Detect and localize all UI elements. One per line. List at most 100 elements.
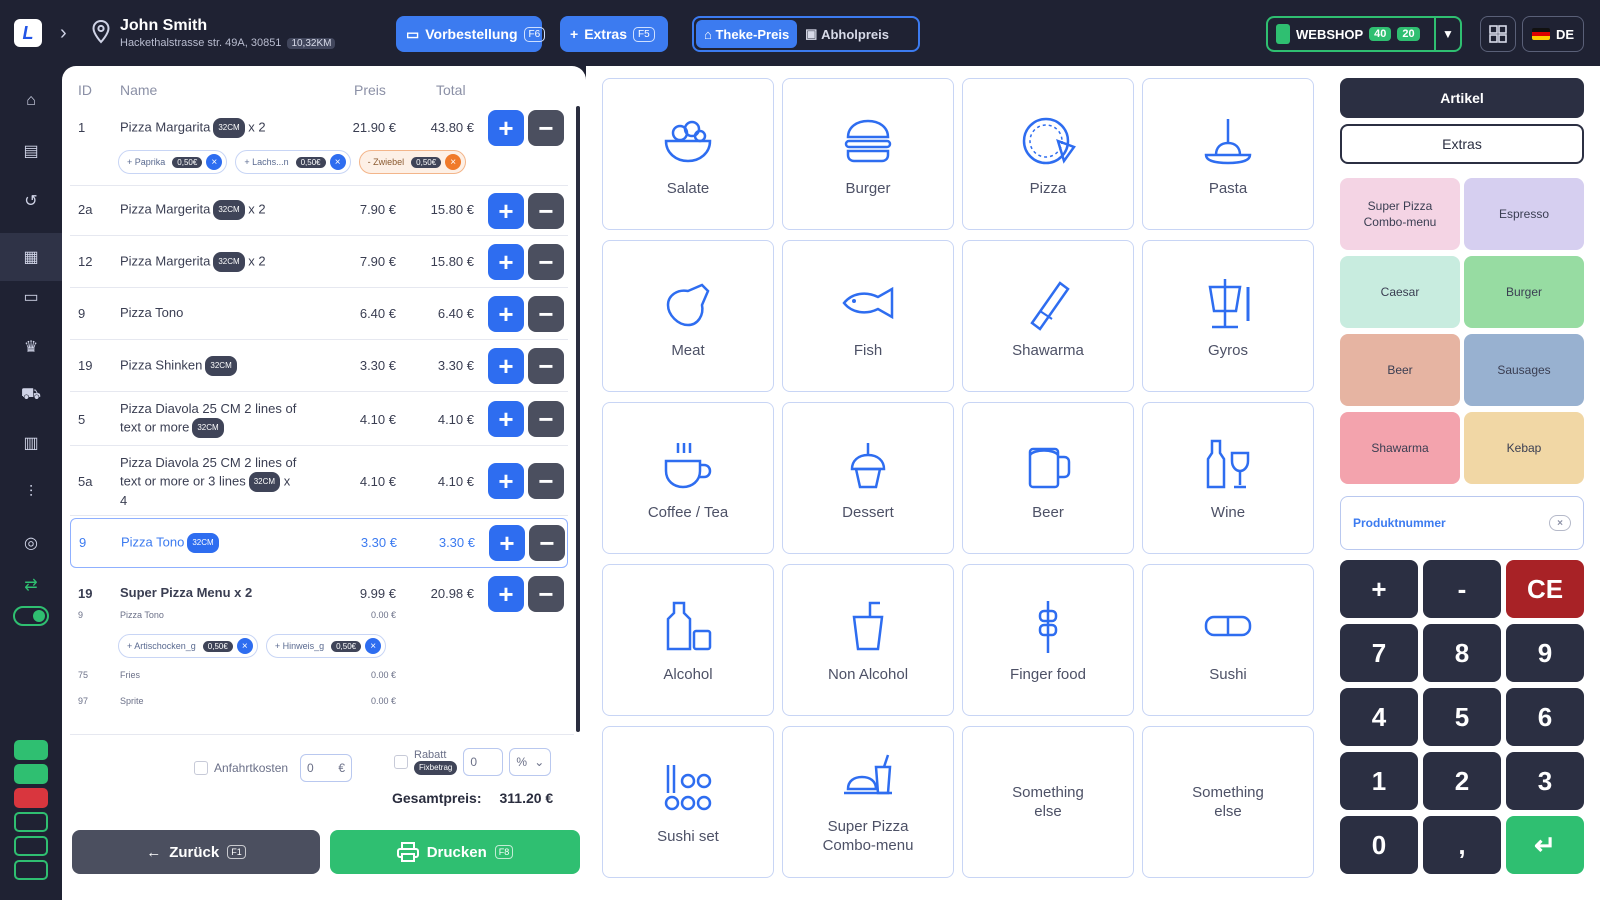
- keypad-enter[interactable]: ↵: [1506, 816, 1584, 874]
- quick-item-sausages[interactable]: Sausages: [1464, 334, 1584, 406]
- keypad-0[interactable]: 0: [1340, 816, 1418, 874]
- history-icon[interactable]: ↺: [18, 188, 44, 214]
- increase-qty-button[interactable]: +: [488, 576, 524, 612]
- order-row-selected[interactable]: 9 Pizza Tono 32CM 3.30 € 3.30 € + −: [70, 518, 568, 568]
- keypad-7[interactable]: 7: [1340, 624, 1418, 682]
- user-group-icon[interactable]: [14, 812, 48, 832]
- decrease-qty-button[interactable]: −: [528, 244, 564, 280]
- keypad-9[interactable]: 9: [1506, 624, 1584, 682]
- keypad-1[interactable]: 1: [1340, 752, 1418, 810]
- discount-checkbox[interactable]: [394, 755, 408, 769]
- category-tile-alcohol[interactable]: Alcohol: [602, 564, 774, 716]
- tab-extras[interactable]: Extras: [1340, 124, 1584, 164]
- travel-cost-checkbox[interactable]: [194, 761, 208, 775]
- keypad-2[interactable]: 2: [1423, 752, 1501, 810]
- status-green-icon[interactable]: [14, 740, 48, 760]
- back-button[interactable]: ← Zurück F1: [72, 830, 320, 874]
- category-tile-meat[interactable]: Meat: [602, 240, 774, 392]
- category-tile-non-alcohol[interactable]: Non Alcohol: [782, 564, 954, 716]
- order-row[interactable]: 1 Pizza Margarita 32CM x 2 21.90 € 43.80 …: [70, 106, 568, 186]
- modifier-chip[interactable]: + Hinweis_g 0,50€ ×: [265, 634, 387, 658]
- clear-input-icon[interactable]: ×: [1549, 515, 1571, 531]
- decrease-qty-button[interactable]: −: [528, 348, 564, 384]
- app-logo[interactable]: L: [14, 19, 42, 47]
- quick-item-caesar[interactable]: Caesar: [1340, 256, 1460, 328]
- modifier-chip[interactable]: + Paprika 0,50€ ×: [118, 150, 228, 174]
- order-row[interactable]: 5a Pizza Diavola 25 CM 2 lines of text o…: [70, 446, 568, 516]
- chevron-right-icon[interactable]: ›: [60, 22, 67, 45]
- print-button[interactable]: Drucken F8: [330, 830, 580, 874]
- keypad-4[interactable]: 4: [1340, 688, 1418, 746]
- home-icon[interactable]: ⌂: [18, 88, 44, 114]
- modifier-chip-removed[interactable]: - Zwiebel 0,50€ ×: [358, 150, 467, 174]
- quick-item-beer[interactable]: Beer: [1340, 334, 1460, 406]
- category-tile-shawarma[interactable]: Shawarma: [962, 240, 1134, 392]
- increase-qty-button[interactable]: +: [489, 525, 525, 561]
- chevron-down-icon[interactable]: ▼: [1434, 18, 1460, 50]
- discount-input[interactable]: 0: [463, 748, 504, 776]
- category-tile-pasta[interactable]: Pasta: [1142, 78, 1314, 230]
- keypad-6[interactable]: 6: [1506, 688, 1584, 746]
- order-row[interactable]: 9 Pizza Tono 6.40 € 6.40 € + −: [70, 288, 568, 340]
- tab-artikel[interactable]: Artikel: [1340, 78, 1584, 118]
- order-row[interactable]: 19 Pizza Shinken 32CM 3.30 € 3.30 € + −: [70, 340, 568, 392]
- quick-item-burger[interactable]: Burger: [1464, 256, 1584, 328]
- document-icon[interactable]: ▤: [18, 138, 44, 164]
- category-tile-wine[interactable]: Wine: [1142, 402, 1314, 554]
- close-icon[interactable]: ×: [236, 638, 253, 654]
- keypad-plus[interactable]: +: [1340, 560, 1418, 618]
- category-tile-beer[interactable]: Beer: [962, 402, 1134, 554]
- modifier-chip[interactable]: + Lachs...n 0,50€ ×: [235, 150, 351, 174]
- keypad-8[interactable]: 8: [1423, 624, 1501, 682]
- quick-item-shawarma[interactable]: Shawarma: [1340, 412, 1460, 484]
- grid-view-button[interactable]: [1480, 16, 1516, 52]
- alert-icon[interactable]: [14, 788, 48, 808]
- decrease-qty-button[interactable]: −: [528, 110, 564, 146]
- abholpreis-option[interactable]: ▣ Abholpreis: [801, 26, 893, 42]
- settings-sliders-icon[interactable]: ⫶: [18, 480, 44, 506]
- increase-qty-button[interactable]: +: [488, 296, 524, 332]
- order-scrollbar[interactable]: [576, 106, 580, 732]
- category-tile-pizza[interactable]: Pizza: [962, 78, 1134, 230]
- theke-preis-option[interactable]: ⌂ Theke-Preis: [696, 20, 798, 48]
- increase-qty-button[interactable]: +: [488, 244, 524, 280]
- category-tile-sushi-set[interactable]: Sushi set: [602, 726, 774, 878]
- order-row[interactable]: 2a Pizza Margerita 32CM x 2 7.90 € 15.80 …: [70, 186, 568, 236]
- user-group-icon[interactable]: [14, 860, 48, 880]
- increase-qty-button[interactable]: +: [488, 463, 524, 499]
- increase-qty-button[interactable]: +: [488, 348, 524, 384]
- category-tile-coffee-tea[interactable]: Coffee / Tea: [602, 402, 774, 554]
- sync-icon[interactable]: ⇄: [18, 572, 44, 598]
- quick-item-super-pizza[interactable]: Super Pizza Combo-menu: [1340, 178, 1460, 250]
- category-tile-finger-food[interactable]: Finger food: [962, 564, 1134, 716]
- quick-item-kebap[interactable]: Kebap: [1464, 412, 1584, 484]
- product-number-input[interactable]: Produktnummer ×: [1340, 496, 1584, 550]
- keypad-3[interactable]: 3: [1506, 752, 1584, 810]
- category-tile-gyros[interactable]: Gyros: [1142, 240, 1314, 392]
- delivery-icon[interactable]: ⛟: [18, 382, 44, 408]
- keypad-5[interactable]: 5: [1423, 688, 1501, 746]
- increase-qty-button[interactable]: +: [488, 193, 524, 229]
- decrease-qty-button[interactable]: −: [528, 401, 564, 437]
- ticket-icon[interactable]: ▭: [18, 284, 44, 310]
- online-toggle[interactable]: [13, 606, 49, 626]
- increase-qty-button[interactable]: +: [488, 110, 524, 146]
- extras-top-button[interactable]: + Extras F5: [560, 16, 668, 52]
- statistics-icon[interactable]: ▥: [18, 430, 44, 456]
- category-tile-something-else[interactable]: Something else: [962, 726, 1134, 878]
- vorbestellung-button[interactable]: ▭ Vorbestellung F6: [396, 16, 546, 52]
- quick-item-espresso[interactable]: Espresso: [1464, 178, 1584, 250]
- close-icon[interactable]: ×: [329, 154, 346, 170]
- category-tile-dessert[interactable]: Dessert: [782, 402, 954, 554]
- order-row[interactable]: 5 Pizza Diavola 25 CM 2 lines of text or…: [70, 392, 568, 446]
- close-icon[interactable]: ×: [445, 154, 462, 170]
- category-tile-sushi[interactable]: Sushi: [1142, 564, 1314, 716]
- decrease-qty-button[interactable]: −: [528, 296, 564, 332]
- category-tile-combo-menu[interactable]: Super Pizza Combo-menu: [782, 726, 954, 878]
- order-row[interactable]: 12 Pizza Margerita 32CM x 2 7.90 € 15.80 …: [70, 236, 568, 288]
- category-tile-something-else[interactable]: Something else: [1142, 726, 1314, 878]
- close-icon[interactable]: ×: [206, 154, 223, 170]
- user-group-icon[interactable]: [14, 836, 48, 856]
- phone-call-icon[interactable]: [14, 764, 48, 784]
- increase-qty-button[interactable]: +: [488, 401, 524, 437]
